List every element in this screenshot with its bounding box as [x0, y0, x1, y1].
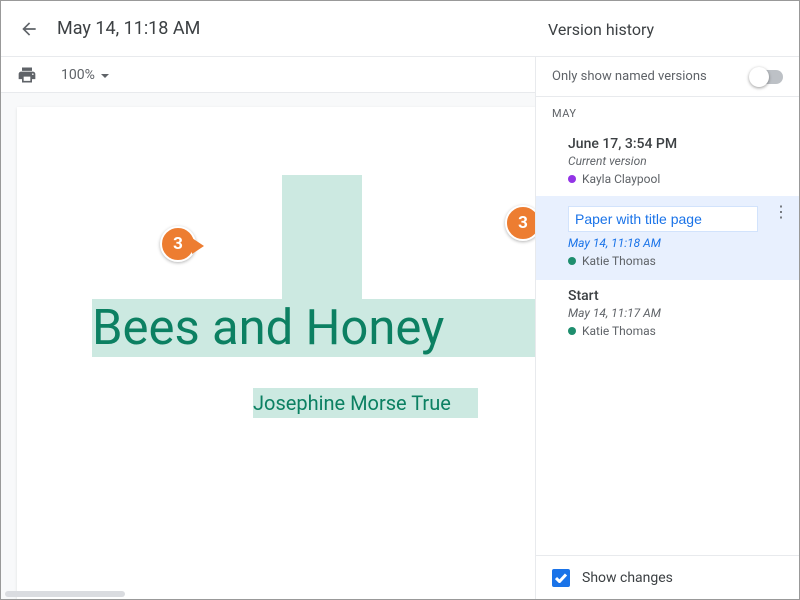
user-color-dot	[568, 257, 576, 265]
user-color-dot	[568, 175, 576, 183]
back-arrow-icon[interactable]	[17, 17, 41, 41]
version-history-panel: Only show named versions MAY June 17, 3:…	[535, 57, 799, 599]
change-highlight	[282, 175, 362, 305]
version-user: Katie Thomas	[568, 254, 783, 268]
caret-down-icon	[101, 67, 109, 83]
version-name-input[interactable]	[568, 206, 758, 232]
user-name: Kayla Claypool	[582, 172, 660, 186]
zoom-value: 100%	[61, 67, 95, 83]
version-user: Kayla Claypool	[568, 172, 783, 186]
version-timestamp-title: May 14, 11:18 AM	[57, 18, 200, 39]
annotation-callout: 3	[160, 226, 196, 262]
named-versions-row: Only show named versions	[536, 57, 799, 97]
document-title: Bees and Honey	[92, 299, 535, 357]
document-subtitle: Josephine Morse True	[253, 388, 451, 418]
named-versions-toggle[interactable]	[751, 70, 783, 84]
user-name: Katie Thomas	[582, 324, 656, 338]
document-canvas: Bees and Honey Josephine Morse True	[1, 93, 535, 599]
version-subtitle: May 14, 11:18 AM	[568, 236, 783, 250]
show-changes-checkbox[interactable]	[552, 569, 570, 587]
horizontal-scrollbar[interactable]	[5, 591, 125, 597]
version-subtitle: May 14, 11:17 AM	[568, 306, 783, 320]
version-title: June 17, 3:54 PM	[568, 136, 783, 152]
panel-title: Version history	[548, 1, 654, 57]
named-versions-label: Only show named versions	[552, 69, 707, 84]
document-page: Bees and Honey Josephine Morse True	[17, 107, 535, 599]
version-title: Start	[568, 288, 783, 304]
month-label: MAY	[536, 97, 799, 128]
version-item-selected[interactable]: ⋮ May 14, 11:18 AM Katie Thomas	[536, 196, 799, 280]
print-icon[interactable]	[17, 65, 37, 85]
version-user: Katie Thomas	[568, 324, 783, 338]
user-name: Katie Thomas	[582, 254, 656, 268]
version-item[interactable]: Start May 14, 11:17 AM Katie Thomas	[536, 280, 799, 348]
header-bar: May 14, 11:18 AM	[1, 1, 799, 57]
version-subtitle: Current version	[568, 154, 783, 168]
more-options-icon[interactable]: ⋮	[773, 210, 789, 214]
zoom-dropdown[interactable]: 100%	[61, 67, 109, 83]
user-color-dot	[568, 327, 576, 335]
show-changes-label: Show changes	[582, 570, 673, 586]
version-item[interactable]: June 17, 3:54 PM Current version Kayla C…	[536, 128, 799, 196]
show-changes-bar: Show changes	[536, 555, 799, 599]
